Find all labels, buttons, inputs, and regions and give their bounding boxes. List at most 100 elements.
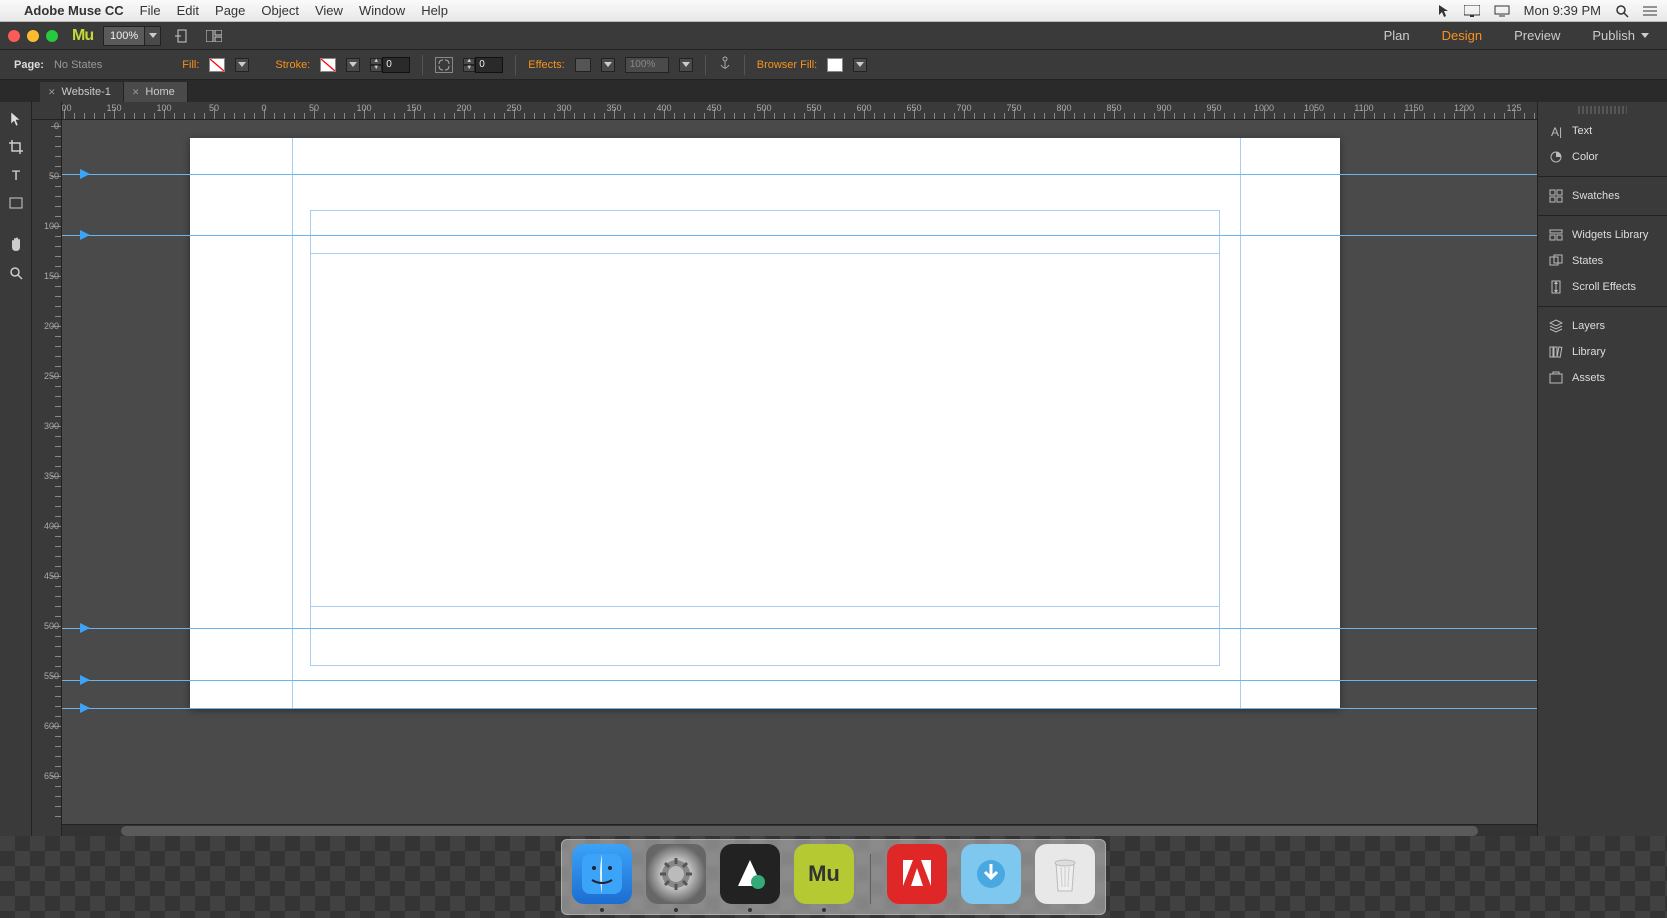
menu-view[interactable]: View bbox=[315, 3, 343, 18]
menu-object[interactable]: Object bbox=[261, 3, 299, 18]
zoom-control[interactable] bbox=[103, 26, 161, 46]
anchor-icon[interactable] bbox=[718, 56, 732, 73]
mode-design[interactable]: Design bbox=[1426, 22, 1498, 50]
panel-widgets[interactable]: Widgets Library bbox=[1538, 222, 1667, 248]
control-bar: Page: No States Fill: Stroke: ▲▼ ▲▼ Effe… bbox=[0, 50, 1667, 80]
stroke-weight-input[interactable] bbox=[382, 57, 410, 73]
fill-swatch[interactable] bbox=[209, 58, 225, 72]
close-tab-icon[interactable]: ✕ bbox=[132, 87, 140, 98]
close-window-button[interactable] bbox=[8, 30, 20, 42]
mode-publish[interactable]: Publish bbox=[1576, 22, 1659, 50]
stroke-weight-spinner[interactable]: ▲▼ bbox=[370, 57, 410, 73]
mode-preview[interactable]: Preview bbox=[1498, 22, 1576, 50]
guide-handle[interactable] bbox=[80, 675, 90, 685]
spinner-down-icon[interactable]: ▼ bbox=[370, 65, 382, 72]
app-name[interactable]: Adobe Muse CC bbox=[24, 3, 124, 18]
opacity-box[interactable]: 100% bbox=[625, 57, 669, 73]
monitor-icon[interactable] bbox=[1494, 5, 1510, 17]
menu-edit[interactable]: Edit bbox=[177, 3, 199, 18]
guide-handle[interactable] bbox=[80, 703, 90, 713]
spotlight-icon[interactable] bbox=[1615, 4, 1629, 18]
panel-text[interactable]: A|Text bbox=[1538, 118, 1667, 144]
dock-trash[interactable] bbox=[1035, 844, 1095, 904]
canvas-viewport[interactable] bbox=[62, 120, 1537, 824]
browser-fill-swatch[interactable] bbox=[827, 58, 843, 72]
zoom-tool[interactable] bbox=[4, 262, 28, 284]
close-tab-icon[interactable]: ✕ bbox=[48, 87, 56, 98]
panel-color[interactable]: Color bbox=[1538, 144, 1667, 170]
horizontal-ruler[interactable]: 2001501005005010015020025030035040045050… bbox=[62, 102, 1537, 120]
content-frame[interactable] bbox=[310, 210, 1220, 666]
horizontal-scrollbar[interactable] bbox=[62, 824, 1537, 836]
browser-fill-dropdown[interactable] bbox=[853, 58, 867, 72]
tab-label: Home bbox=[145, 86, 174, 98]
page-guide[interactable] bbox=[62, 628, 1537, 629]
guide-vertical[interactable] bbox=[292, 138, 293, 708]
effects-swatch[interactable] bbox=[575, 58, 591, 72]
opacity-dropdown[interactable] bbox=[679, 58, 693, 72]
panel-grip[interactable] bbox=[1578, 106, 1627, 114]
menu-file[interactable]: File bbox=[140, 3, 161, 18]
menubar-clock[interactable]: Mon 9:39 PM bbox=[1524, 3, 1601, 18]
dock-muse[interactable]: Mu bbox=[794, 844, 854, 904]
cursor-icon[interactable] bbox=[1438, 4, 1450, 18]
vertical-ruler[interactable]: 050100150200250300350400450500550600650 bbox=[32, 120, 62, 836]
effects-dropdown[interactable] bbox=[601, 58, 615, 72]
guide-vertical[interactable] bbox=[1240, 138, 1241, 708]
spinner-down-icon[interactable]: ▼ bbox=[463, 65, 475, 72]
doc-tab[interactable]: ✕ Home bbox=[124, 82, 188, 102]
menu-help[interactable]: Help bbox=[421, 3, 448, 18]
zoom-window-button[interactable] bbox=[46, 30, 58, 42]
spinner-up-icon[interactable]: ▲ bbox=[463, 58, 475, 65]
corner-radius-spinner[interactable]: ▲▼ bbox=[463, 57, 503, 73]
stroke-dropdown[interactable] bbox=[346, 58, 360, 72]
page-guide[interactable] bbox=[62, 174, 1537, 175]
dock-editor[interactable] bbox=[720, 844, 780, 904]
panel-swatches[interactable]: Swatches bbox=[1538, 183, 1667, 209]
dock-downloads[interactable] bbox=[961, 844, 1021, 904]
text-tool[interactable]: T bbox=[4, 164, 28, 186]
guide-handle[interactable] bbox=[80, 230, 90, 240]
layout-icon[interactable] bbox=[203, 26, 225, 46]
page-guide[interactable] bbox=[62, 235, 1537, 236]
guide-handle[interactable] bbox=[80, 623, 90, 633]
menu-window[interactable]: Window bbox=[359, 3, 405, 18]
app-toolbar: Mu Plan Design Preview Publish bbox=[0, 22, 1667, 50]
panel-layers[interactable]: Layers bbox=[1538, 313, 1667, 339]
panel-assets[interactable]: Assets bbox=[1538, 365, 1667, 391]
zoom-input[interactable] bbox=[104, 30, 144, 42]
new-page-icon[interactable] bbox=[171, 26, 193, 46]
page-guide[interactable] bbox=[62, 680, 1537, 681]
stroke-swatch[interactable] bbox=[320, 58, 336, 72]
selection-tool[interactable] bbox=[4, 108, 28, 130]
mode-plan[interactable]: Plan bbox=[1368, 22, 1426, 50]
zoom-dropdown-icon[interactable] bbox=[144, 27, 160, 45]
content-inner-frame[interactable] bbox=[311, 253, 1219, 607]
panel-label: Library bbox=[1572, 346, 1606, 358]
crop-tool[interactable] bbox=[4, 136, 28, 158]
rectangle-tool[interactable] bbox=[4, 192, 28, 214]
display-icon[interactable] bbox=[1464, 5, 1480, 17]
dock-settings[interactable] bbox=[646, 844, 706, 904]
dock-finder[interactable] bbox=[572, 844, 632, 904]
menu-list-icon[interactable] bbox=[1643, 5, 1657, 17]
hand-tool[interactable] bbox=[4, 234, 28, 256]
fill-dropdown[interactable] bbox=[235, 58, 249, 72]
dock-adobe[interactable] bbox=[887, 844, 947, 904]
menu-page[interactable]: Page bbox=[215, 3, 245, 18]
page-canvas[interactable] bbox=[190, 138, 1340, 708]
corner-radius-input[interactable] bbox=[475, 57, 503, 73]
corners-icon[interactable] bbox=[435, 57, 453, 73]
page-guide[interactable] bbox=[62, 708, 1537, 709]
panel-states[interactable]: States bbox=[1538, 248, 1667, 274]
page-state[interactable]: No States bbox=[54, 59, 102, 71]
ruler-corner[interactable] bbox=[32, 102, 62, 120]
guide-handle[interactable] bbox=[80, 169, 90, 179]
macos-dock: Mu bbox=[561, 839, 1106, 915]
panel-scroll-effects[interactable]: Scroll Effects bbox=[1538, 274, 1667, 300]
minimize-window-button[interactable] bbox=[27, 30, 39, 42]
spinner-up-icon[interactable]: ▲ bbox=[370, 58, 382, 65]
scrollbar-thumb[interactable] bbox=[121, 826, 1478, 836]
panel-library[interactable]: Library bbox=[1538, 339, 1667, 365]
doc-tab[interactable]: ✕Website-1 bbox=[40, 82, 124, 102]
